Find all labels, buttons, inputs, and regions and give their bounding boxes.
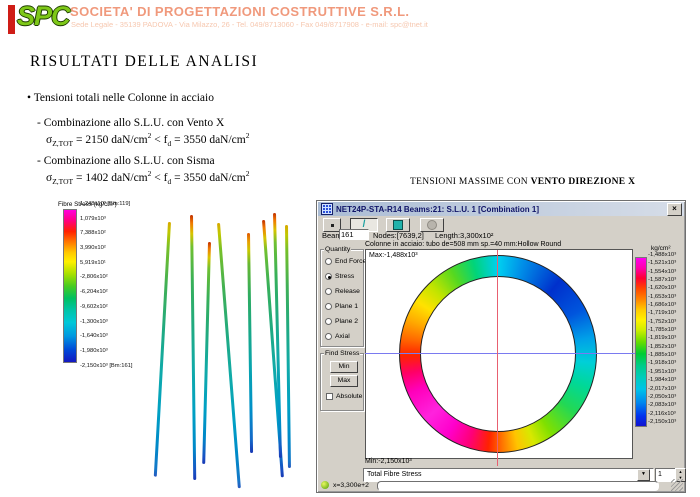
figure-caption: TENSIONI MASSIME CON VENTO DIREZIONE X	[410, 177, 635, 187]
absolute-label: Absolute	[336, 393, 362, 400]
find-max-button[interactable]: Max	[330, 375, 358, 387]
legend-unit: kg/cm²	[651, 245, 671, 252]
section-tool-button[interactable]	[386, 218, 410, 232]
column-line	[273, 213, 282, 458]
radio-icon	[325, 333, 332, 340]
dropdown-arrow-icon[interactable]: ▼	[637, 469, 650, 481]
legend-value: -1,719x10³	[648, 310, 685, 318]
diagonal-line-icon: /	[363, 221, 366, 229]
radio-icon	[325, 273, 332, 280]
vertical-axis-line	[497, 250, 498, 466]
legend-value: -2,017x10³	[648, 386, 685, 394]
legend-value: -1,488x10³	[648, 252, 685, 260]
column-line	[190, 215, 196, 480]
find-stress-groupbox: Find Stress Min Max Absolute	[320, 353, 364, 411]
section-description: Colonne in acciaio: tubo de=508 mm sp.=4…	[365, 241, 561, 248]
window-titlebar[interactable]: NET24P-STA-R14 Beams:21: S.L.U. 1 [Combi…	[318, 202, 684, 216]
min-stress-label: Min:-2,150x10³	[365, 458, 631, 467]
radio-label: Release	[335, 288, 360, 295]
find-min-button[interactable]: Min	[330, 361, 358, 373]
cross-section-plot: Max:-1,488x10³	[365, 249, 633, 459]
quantity-radio[interactable]: End Force	[325, 258, 366, 265]
resize-grip-icon[interactable]	[671, 479, 683, 491]
radio-label: Plane 2	[335, 318, 358, 325]
legend-value: -1,852x10³	[648, 344, 685, 352]
legend-value: -1,918x10³	[648, 360, 685, 368]
result-type-dropdown[interactable]: Total Fibre Stress	[363, 468, 654, 482]
absolute-checkbox-row[interactable]: Absolute	[326, 393, 362, 400]
quantity-title: Quantity	[324, 246, 351, 253]
legend-value: -1,951x10³	[648, 369, 685, 377]
max-stress-label: Max:-1,488x10³	[369, 252, 418, 259]
legend-value: -1,984x10³	[648, 377, 685, 385]
legend-value: -1,885x10³	[648, 352, 685, 360]
legend-value: -1,554x10³	[648, 269, 685, 277]
horizontal-axis-line	[365, 353, 641, 354]
teal-square-icon	[393, 220, 403, 230]
radio-label: Stress	[335, 273, 354, 280]
circle-tool-button[interactable]	[420, 218, 444, 232]
legend-value: -1,686x10³	[648, 302, 685, 310]
radio-icon	[325, 258, 332, 265]
legend-value: -1,752x10³	[648, 319, 685, 327]
columns-figure	[0, 0, 330, 497]
column-line	[285, 225, 291, 468]
nodes-text: Nodes:[7639,2]	[373, 231, 424, 240]
legend-colorbar	[635, 257, 647, 427]
length-text: Length:3,300x10²	[435, 231, 493, 240]
analysis-window: NET24P-STA-R14 Beams:21: S.L.U. 1 [Combi…	[316, 200, 686, 493]
quantity-groupbox: Quantity End Force Stress Release Plane …	[320, 249, 364, 347]
column-line	[247, 233, 253, 453]
column-line	[154, 222, 171, 477]
legend-value: -2,150x10³	[648, 419, 685, 427]
window-grid-icon	[321, 203, 333, 215]
radio-label: Axial	[335, 333, 350, 340]
radio-label: End Force	[335, 258, 366, 265]
legend-labels: -1,488x10³-1,521x10³-1,554x10³-1,587x10³…	[648, 252, 685, 427]
position-slider[interactable]	[377, 481, 659, 491]
legend-value: -2,050x10³	[648, 394, 685, 402]
legend-value: -1,819x10³	[648, 335, 685, 343]
legend-value: -2,083x10³	[648, 402, 685, 410]
legend-value: -1,620x10³	[648, 285, 685, 293]
pointer-icon	[331, 224, 334, 227]
status-icon	[321, 481, 329, 489]
ring-hole	[420, 276, 576, 432]
quantity-radio[interactable]: Axial	[325, 333, 350, 340]
spinner-up-icon[interactable]: ▲	[679, 469, 683, 474]
legend-value: -1,785x10³	[648, 327, 685, 335]
radio-icon	[325, 318, 332, 325]
radio-label: Plane 1	[335, 303, 358, 310]
quantity-radio[interactable]: Stress	[325, 273, 354, 280]
quantity-radio[interactable]: Plane 1	[325, 303, 358, 310]
radio-icon	[325, 303, 332, 310]
legend-value: -1,587x10³	[648, 277, 685, 285]
window-title: NET24P-STA-R14 Beams:21: S.L.U. 1 [Combi…	[336, 205, 667, 214]
radio-icon	[325, 288, 332, 295]
checkbox-icon	[326, 393, 333, 400]
legend-value: -1,521x10³	[648, 260, 685, 268]
column-line	[202, 242, 211, 464]
quantity-radio[interactable]: Release	[325, 288, 360, 295]
quantity-radio[interactable]: Plane 2	[325, 318, 358, 325]
gray-circle-icon	[427, 220, 437, 230]
legend-value: -1,653x10³	[648, 294, 685, 302]
find-stress-title: Find Stress	[324, 350, 360, 357]
column-line	[217, 223, 241, 488]
beam-input[interactable]	[339, 229, 369, 240]
slide-page: SPC SOCIETA' DI PROGETTAZIONI COSTRUTTIV…	[0, 0, 700, 497]
close-button[interactable]: ×	[667, 203, 682, 216]
legend-value: -2,116x10³	[648, 411, 685, 419]
status-x-value: x=3,300e+2	[333, 482, 369, 489]
